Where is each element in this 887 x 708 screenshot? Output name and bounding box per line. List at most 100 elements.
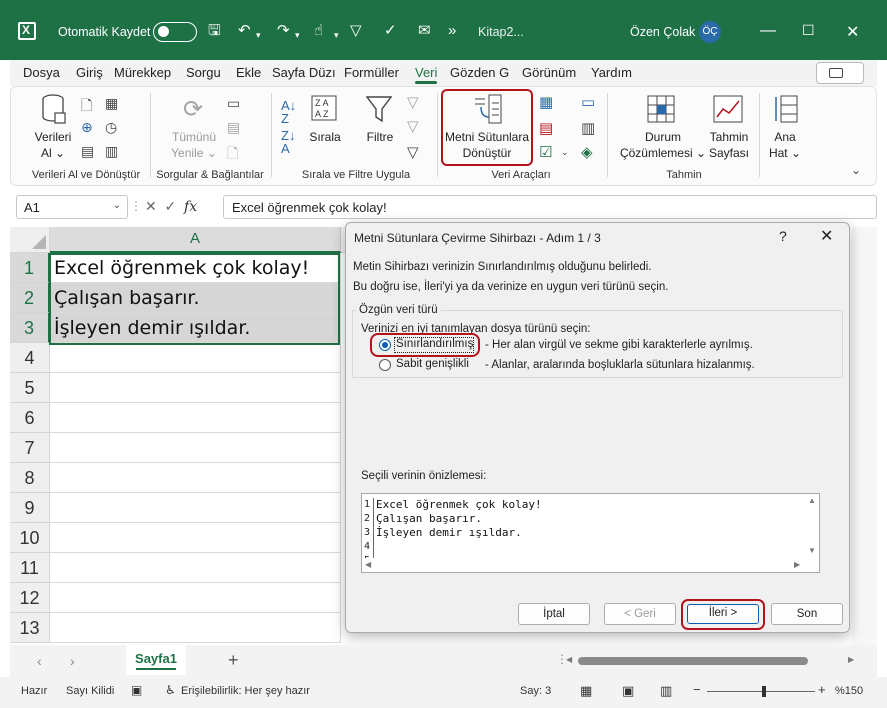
cell-a9[interactable] bbox=[50, 493, 341, 523]
cell-a10[interactable] bbox=[50, 523, 341, 553]
comments-button[interactable] bbox=[816, 62, 864, 84]
recent-sources-icon[interactable]: ◷ bbox=[105, 119, 117, 136]
tab-view[interactable]: Görünüm bbox=[522, 65, 576, 80]
row-header[interactable]: 13 bbox=[10, 613, 50, 643]
zoom-in-icon[interactable]: + bbox=[818, 682, 826, 697]
help-icon[interactable]: ? bbox=[779, 228, 787, 244]
cell-a6[interactable] bbox=[50, 403, 341, 433]
name-box[interactable]: A1 ⌄ bbox=[16, 195, 128, 219]
fixed-width-label[interactable]: Sabit genişlikli bbox=[396, 358, 469, 370]
autosave-toggle[interactable] bbox=[153, 22, 197, 42]
vertical-scrollbar[interactable] bbox=[852, 227, 877, 645]
from-table-icon[interactable]: ▤ bbox=[81, 143, 94, 160]
cancel-button[interactable]: İptal bbox=[518, 603, 590, 625]
minimize-icon[interactable]: — bbox=[760, 22, 776, 40]
zoom-level[interactable]: %150 bbox=[835, 685, 863, 697]
row-header[interactable]: 2 bbox=[10, 283, 50, 313]
cell-a1[interactable]: Excel öğrenmek çok kolay! bbox=[50, 253, 341, 283]
horizontal-scrollbar-thumb[interactable] bbox=[578, 657, 808, 665]
zoom-out-icon[interactable]: − bbox=[693, 682, 701, 697]
row-header[interactable]: 4 bbox=[10, 343, 50, 373]
row-header[interactable]: 1 bbox=[10, 253, 50, 283]
row-header[interactable]: 10 bbox=[10, 523, 50, 553]
row-header[interactable]: 6 bbox=[10, 403, 50, 433]
remove-duplicates-icon[interactable]: ▤ bbox=[539, 119, 553, 137]
outline-button[interactable]: Ana Hat ⌄ bbox=[763, 129, 807, 161]
preview-vertical-scrollbar[interactable]: ▲ ▼ bbox=[805, 494, 819, 572]
scroll-right-icon[interactable]: ▶ bbox=[848, 655, 854, 664]
cell-a4[interactable] bbox=[50, 343, 341, 373]
row-header[interactable]: 7 bbox=[10, 433, 50, 463]
tab-insert[interactable]: Ekle bbox=[236, 65, 261, 80]
add-sheet-icon[interactable]: + bbox=[228, 650, 239, 671]
undo-icon[interactable]: ↶ bbox=[238, 22, 251, 40]
sort-button[interactable]: Sırala bbox=[303, 129, 347, 145]
maximize-icon[interactable]: ☐ bbox=[802, 22, 815, 39]
spreadsheet-grid[interactable]: A 1 2 3 4 5 6 7 8 9 10 11 12 13 Excel öğ… bbox=[10, 227, 345, 645]
select-all-button[interactable] bbox=[10, 227, 50, 253]
what-if-analysis-icon[interactable] bbox=[647, 95, 675, 123]
forecast-sheet-button[interactable]: Tahmin Sayfası bbox=[705, 129, 753, 161]
consolidate-icon[interactable]: ▭ bbox=[581, 93, 595, 111]
outline-icon[interactable] bbox=[773, 95, 799, 123]
data-validation-icon[interactable]: ☑ bbox=[539, 143, 552, 161]
touch-dropdown-icon[interactable]: ▾ bbox=[334, 26, 339, 44]
user-avatar[interactable]: ÖÇ bbox=[699, 21, 721, 43]
row-header[interactable]: 12 bbox=[10, 583, 50, 613]
status-accessibility[interactable]: Erişilebilirlik: Her şey hazır bbox=[181, 685, 310, 697]
zoom-slider-track[interactable] bbox=[707, 691, 815, 692]
cell-a8[interactable] bbox=[50, 463, 341, 493]
normal-view-icon[interactable]: ▦ bbox=[580, 683, 592, 699]
tab-page-layout[interactable]: Sayfa Düzı bbox=[272, 65, 336, 80]
chevron-right-icon[interactable]: › bbox=[70, 653, 75, 669]
macro-record-icon[interactable]: ▣ bbox=[131, 683, 142, 697]
tab-file[interactable]: Dosya bbox=[23, 65, 60, 80]
page-layout-view-icon[interactable]: ▣ bbox=[622, 683, 634, 699]
touch-mode-icon[interactable]: ☝ bbox=[314, 22, 323, 40]
tab-query[interactable]: Sorgu bbox=[186, 65, 221, 80]
insert-function-icon[interactable]: fx bbox=[184, 199, 197, 215]
data-types-icon[interactable]: ▥ bbox=[105, 143, 118, 160]
scroll-right-icon[interactable]: ▶ bbox=[794, 560, 800, 569]
next-button[interactable]: İleri > bbox=[687, 604, 759, 624]
spell-check-icon[interactable]: ✓ bbox=[384, 22, 397, 40]
filter-button[interactable]: Filtre bbox=[357, 129, 403, 145]
close-icon[interactable]: ✕ bbox=[820, 226, 833, 246]
tab-home[interactable]: Giriş bbox=[76, 65, 103, 80]
preview-horizontal-scrollbar[interactable]: ◀ ▶ bbox=[362, 558, 807, 572]
tab-draw[interactable]: Mürekkep bbox=[114, 65, 171, 80]
enter-icon[interactable]: ✓ bbox=[165, 198, 177, 214]
close-window-icon[interactable]: ✕ bbox=[846, 22, 859, 42]
user-name[interactable]: Özen Çolak bbox=[630, 25, 695, 39]
cell-a11[interactable] bbox=[50, 553, 341, 583]
tab-help[interactable]: Yardım bbox=[591, 65, 632, 80]
more-commands-icon[interactable]: » bbox=[448, 22, 456, 40]
undo-dropdown-icon[interactable]: ▾ bbox=[256, 26, 261, 44]
database-icon[interactable] bbox=[41, 93, 67, 125]
queries-connections-icon[interactable]: ▭ bbox=[227, 95, 240, 112]
row-header[interactable]: 8 bbox=[10, 463, 50, 493]
email-icon[interactable]: ✉ bbox=[418, 22, 431, 40]
relationships-icon[interactable]: ▥ bbox=[581, 119, 595, 137]
text-to-columns-icon[interactable] bbox=[473, 93, 503, 125]
redo-icon[interactable]: ↷ bbox=[277, 22, 290, 40]
collapse-ribbon-icon[interactable]: ⌄ bbox=[851, 163, 861, 177]
save-icon[interactable]: 🖫 bbox=[208, 22, 221, 40]
finish-button[interactable]: Son bbox=[771, 603, 843, 625]
tab-review[interactable]: Gözden G bbox=[450, 65, 509, 80]
cell-a7[interactable] bbox=[50, 433, 341, 463]
page-break-view-icon[interactable]: ▥ bbox=[660, 683, 672, 699]
from-text-icon[interactable]: 🗋 bbox=[81, 95, 92, 119]
existing-connections-icon[interactable]: ▦ bbox=[105, 95, 118, 112]
advanced-filter-icon[interactable]: ▽ bbox=[407, 143, 419, 161]
scroll-left-icon[interactable]: ◀ bbox=[566, 655, 572, 664]
row-header[interactable]: 3 bbox=[10, 313, 50, 343]
data-model-icon[interactable]: ◈ bbox=[581, 143, 593, 161]
from-web-icon[interactable]: ⊕ bbox=[81, 119, 93, 136]
cell-a3[interactable]: İşleyen demir ışıldar. bbox=[50, 313, 341, 343]
cell-a13[interactable] bbox=[50, 613, 341, 643]
cancel-icon[interactable]: ✕ bbox=[145, 198, 157, 214]
cell-a12[interactable] bbox=[50, 583, 341, 613]
sort-za-icon[interactable]: Z↓ A bbox=[281, 129, 295, 155]
chevron-down-icon[interactable]: ⌄ bbox=[113, 200, 121, 211]
